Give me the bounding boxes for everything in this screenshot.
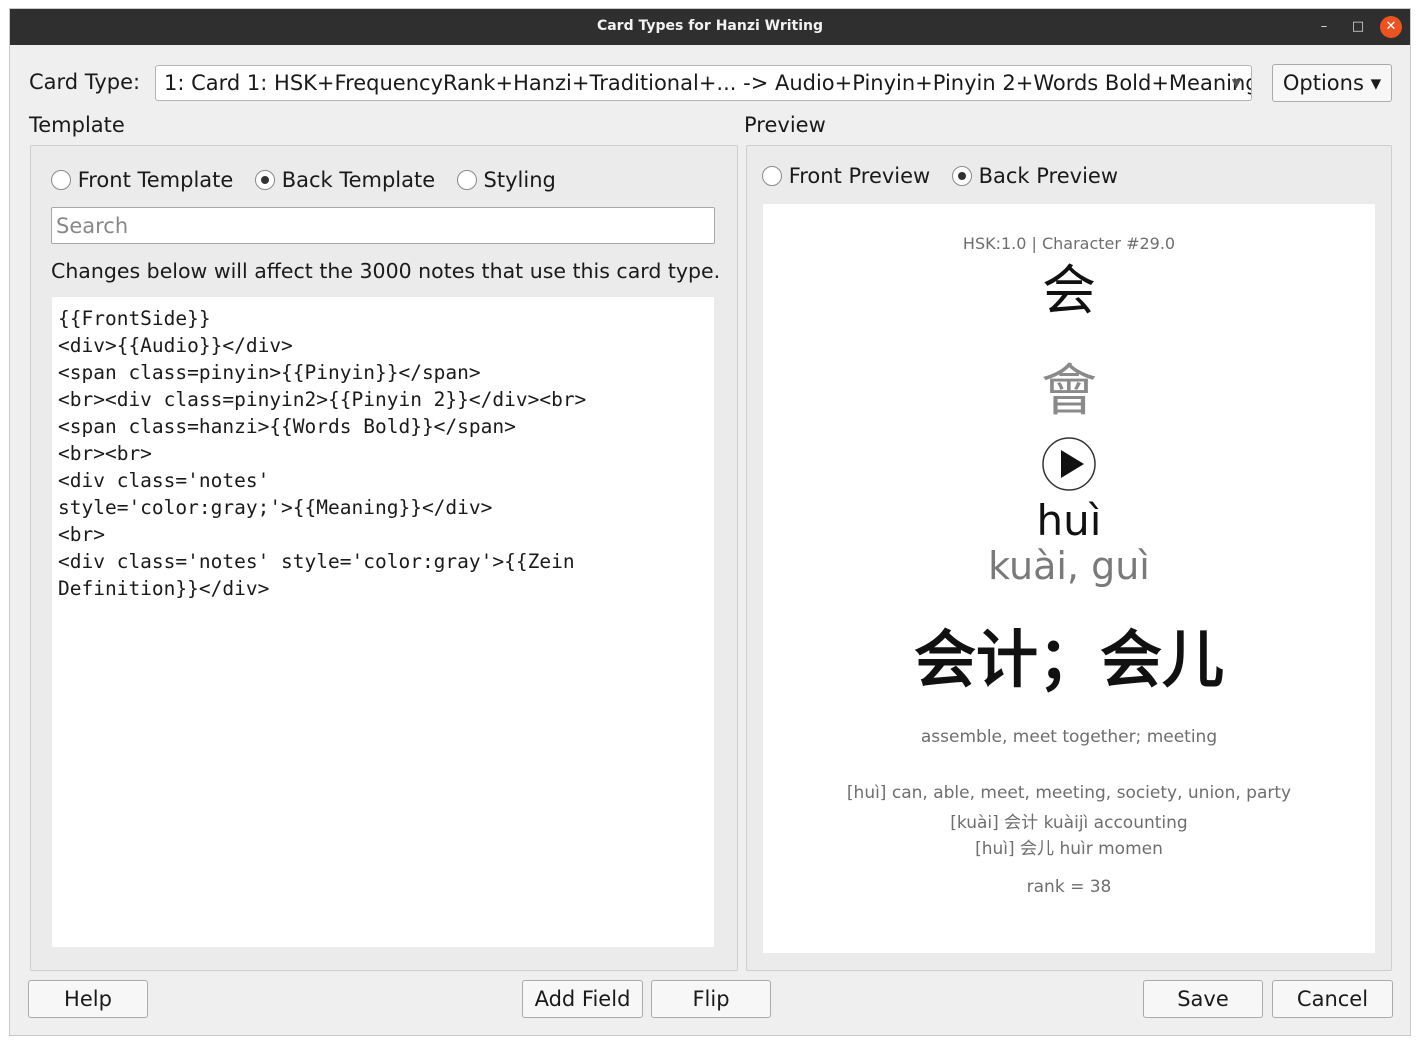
play-circle-icon: [1042, 437, 1096, 491]
radio-icon: [762, 166, 782, 186]
front-preview-radio[interactable]: Front Preview: [762, 164, 930, 188]
cancel-button[interactable]: Cancel: [1272, 980, 1393, 1018]
radio-selected-icon: [255, 170, 275, 190]
radio-icon: [51, 170, 71, 190]
search-input[interactable]: [51, 207, 715, 244]
template-code-editor[interactable]: {{FrontSide}} <div>{{Audio}}</div> <span…: [52, 297, 714, 947]
styling-radio[interactable]: Styling: [456, 168, 556, 192]
radio-icon: [456, 170, 477, 190]
definition-line: [huì] can, able, meet, meeting, society,…: [846, 783, 1292, 803]
card-preview: HSK:1.0 | Character #29.0 会 會 huì kuài, …: [763, 204, 1375, 953]
close-icon[interactable]: ✕: [1380, 16, 1402, 38]
definition-line: [huì] 会儿 huìr momen: [975, 839, 1163, 859]
help-button[interactable]: Help: [28, 980, 148, 1018]
options-button[interactable]: Options ▾: [1272, 64, 1392, 102]
meaning-text: assemble, meet together; meeting: [920, 727, 1218, 747]
title-bar: Card Types for Hanzi Writing – □ ✕: [10, 9, 1410, 45]
preview-radio-row: Front Preview Back Preview: [762, 164, 1118, 188]
audio-play-button[interactable]: [763, 436, 1375, 491]
back-preview-label: Back Preview: [978, 164, 1119, 188]
hanzi-character: 会: [1042, 259, 1096, 322]
front-template-radio[interactable]: Front Template: [51, 168, 233, 192]
window-title: Card Types for Hanzi Writing: [596, 18, 824, 34]
add-field-button[interactable]: Add Field: [522, 980, 643, 1018]
card-types-dialog: Card Types for Hanzi Writing – □ ✕ Card …: [9, 8, 1411, 1036]
pinyin-text: huì: [1036, 496, 1102, 545]
template-heading: Template: [29, 113, 125, 137]
flip-button[interactable]: Flip: [651, 980, 771, 1018]
save-button[interactable]: Save: [1143, 980, 1263, 1018]
styling-label: Styling: [483, 168, 556, 192]
minimize-icon[interactable]: –: [1312, 15, 1336, 39]
preview-heading: Preview: [744, 113, 826, 137]
pinyin2-text: kuài, guì: [988, 544, 1150, 588]
rank-text: rank = 38: [1026, 877, 1112, 897]
traditional-character: 會: [1041, 359, 1097, 424]
hsk-line: HSK:1.0 | Character #29.0: [962, 234, 1176, 253]
words-bold: 会计；会儿: [913, 623, 1224, 696]
template-radio-row: Front Template Back Template Styling: [51, 168, 556, 192]
card-type-label: Card Type:: [29, 70, 141, 94]
back-preview-radio[interactable]: Back Preview: [951, 164, 1119, 188]
back-template-label: Back Template: [281, 168, 436, 192]
card-type-select[interactable]: 1: Card 1: HSK+FrequencyRank+Hanzi+Tradi…: [155, 65, 1252, 101]
notice-text: Changes below will affect the 3000 notes…: [51, 259, 721, 283]
chevron-down-icon: ▼: [1231, 76, 1241, 90]
back-template-radio[interactable]: Back Template: [255, 168, 435, 192]
front-preview-label: Front Preview: [788, 164, 931, 188]
card-type-selected: 1: Card 1: HSK+FrequencyRank+Hanzi+Tradi…: [164, 71, 1252, 95]
radio-selected-icon: [951, 166, 972, 186]
definition-line: [kuài] 会计 kuàijì accounting: [950, 813, 1188, 833]
maximize-icon[interactable]: □: [1346, 15, 1370, 39]
front-template-label: Front Template: [77, 168, 234, 192]
